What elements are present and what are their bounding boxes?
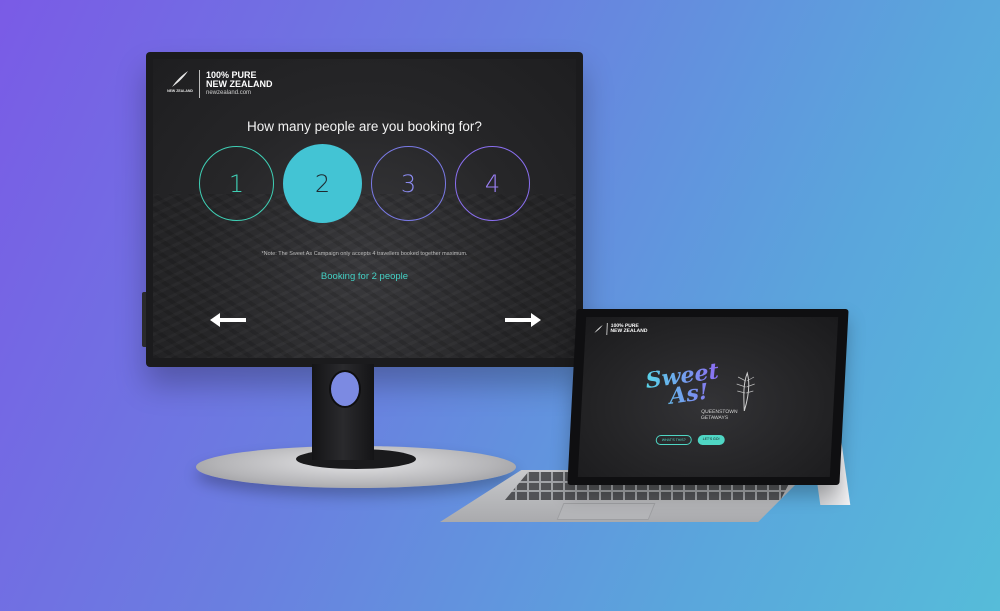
option-1-button[interactable]: 1 [199, 146, 274, 221]
arrow-right-icon[interactable] [503, 311, 543, 329]
tablet-screen: 100% PURE NEW ZEALAND Sweet As! QUEENSTO… [577, 317, 839, 477]
tablet-brand-logo[interactable]: 100% PURE NEW ZEALAND [593, 323, 648, 335]
monitor-stand-neck [312, 364, 374, 460]
traveller-count-options: 1 2 3 4 [153, 144, 576, 223]
monitor-screen: NEW ZEALAND 100% PURE NEW ZEALAND newzea… [153, 59, 576, 358]
brand-logo[interactable]: NEW ZEALAND 100% PURE NEW ZEALAND newzea… [167, 69, 273, 99]
brand-line-2: NEW ZEALAND [206, 79, 273, 89]
arrow-left-icon[interactable] [208, 311, 248, 329]
campaign-subtitle: QUEENSTOWN GETAWAYS [701, 409, 738, 421]
booking-status: Booking for 2 people [320, 271, 409, 282]
sweet-as-logo: Sweet As! [645, 362, 721, 410]
brand-divider [199, 70, 200, 98]
capacity-note: *Note: The Sweet As Campaign only accept… [261, 251, 468, 257]
desktop-monitor: NEW ZEALAND 100% PURE NEW ZEALAND newzea… [142, 52, 583, 367]
brand-divider [606, 323, 608, 335]
option-2-button-selected[interactable]: 2 [283, 144, 362, 223]
tablet-device: 100% PURE NEW ZEALAND Sweet As! QUEENSTO… [567, 309, 849, 485]
silver-fern-icon: NEW ZEALAND [167, 69, 193, 99]
brand-url: newzealand.com [206, 90, 252, 96]
option-3-button[interactable]: 3 [371, 146, 446, 221]
whats-this-button[interactable]: WHAT'S THIS? [655, 435, 692, 445]
tablet-brand-line-2: NEW ZEALAND [610, 328, 648, 334]
lets-go-button[interactable]: LET'S GO! [697, 435, 725, 445]
keyboard-trackpad [556, 503, 656, 520]
page-question: How many people are you booking for? [247, 119, 482, 134]
subtitle-line-2: GETAWAYS [700, 415, 729, 421]
fern-frond-icon [736, 371, 755, 411]
monitor-side-buttons [142, 292, 146, 347]
tablet-cta-group: WHAT'S THIS? LET'S GO! [655, 435, 725, 445]
option-4-button[interactable]: 4 [455, 146, 530, 221]
silver-fern-icon [594, 325, 603, 333]
fern-caption: NEW ZEALAND [167, 89, 193, 93]
cable-hole [329, 370, 361, 408]
